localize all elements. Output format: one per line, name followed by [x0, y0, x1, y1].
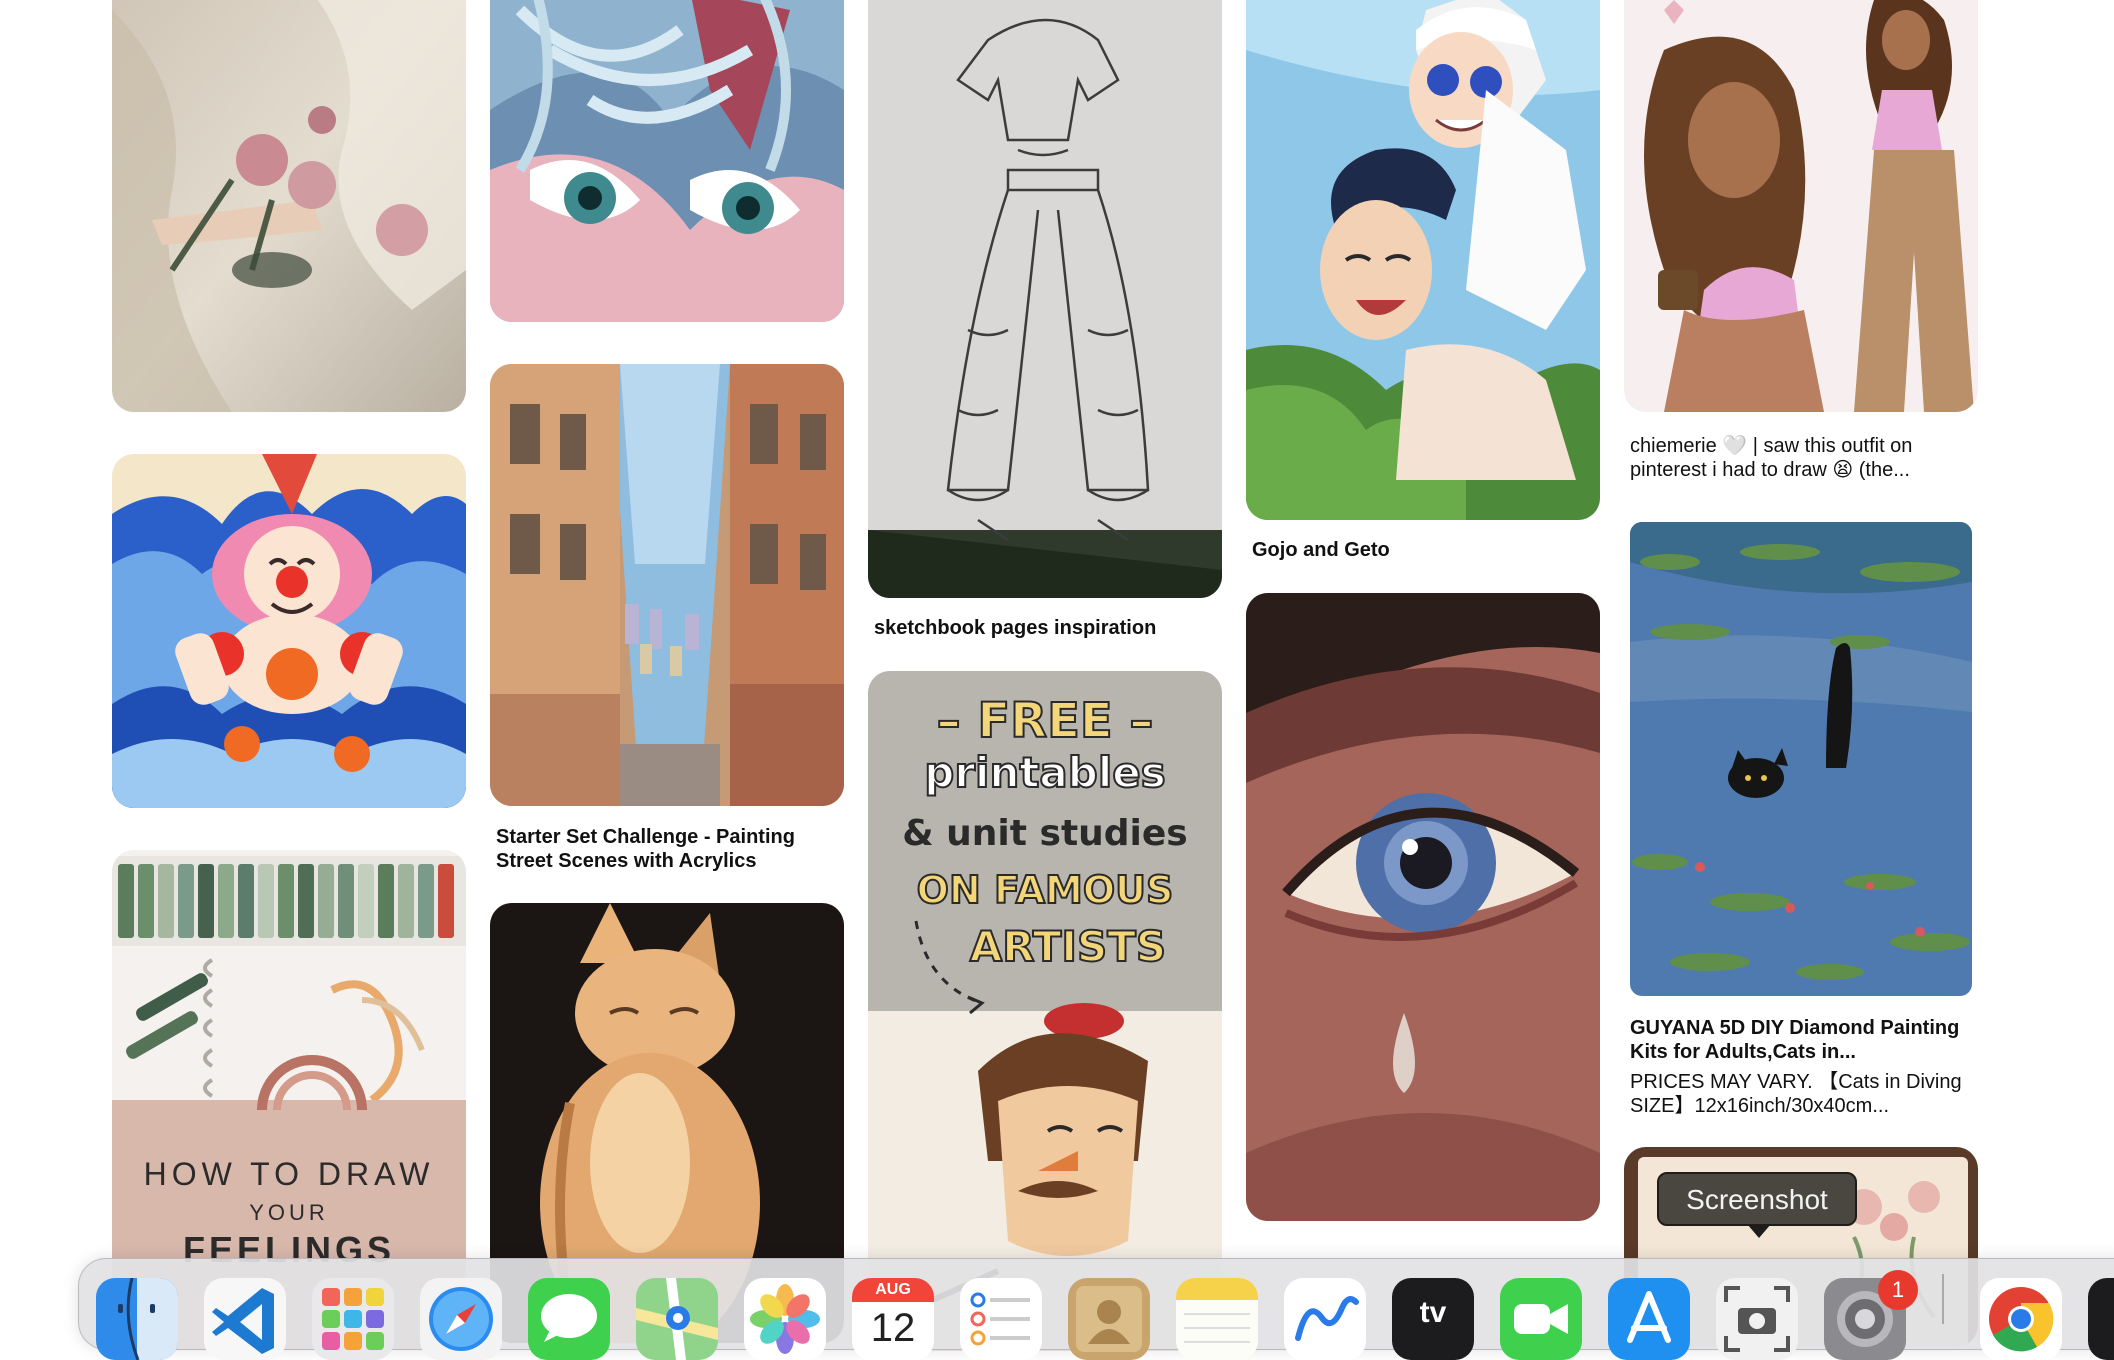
- reminders-icon[interactable]: [960, 1278, 1042, 1360]
- contacts-icon[interactable]: [1068, 1278, 1150, 1360]
- vscode-icon[interactable]: [204, 1278, 286, 1360]
- feelings-line-2: YOUR: [249, 1200, 329, 1225]
- pin-title-gojo-geto[interactable]: Gojo and Geto: [1252, 538, 1592, 562]
- calendar-month: AUG: [852, 1278, 934, 1302]
- terminal-icon[interactable]: [2088, 1278, 2114, 1360]
- settings-badge: 1: [1878, 1270, 1918, 1310]
- maps-icon[interactable]: [636, 1278, 718, 1360]
- gojo-geto-artwork: [1246, 0, 1600, 520]
- printables-line-1: – FREE –: [937, 693, 1154, 749]
- appstore-icon[interactable]: [1608, 1278, 1690, 1360]
- pin-image-gojo-geto[interactable]: [1246, 0, 1600, 520]
- notes-icon[interactable]: [1176, 1278, 1258, 1360]
- pin-image-street-scene[interactable]: [490, 364, 844, 806]
- outfit-drawing-artwork: [1624, 0, 1978, 412]
- pin-image-cat-in-pond[interactable]: [1630, 522, 1972, 996]
- clown-artwork: [112, 454, 466, 808]
- teary-eye-artwork: [1246, 593, 1600, 1221]
- pin-image-teary-eye[interactable]: [1246, 593, 1600, 1221]
- lace-roses-artwork: [112, 0, 466, 412]
- pin-image-outfit-drawing[interactable]: [1624, 0, 1978, 412]
- screenshot-icon[interactable]: [1716, 1278, 1798, 1360]
- appletv-icon[interactable]: tv: [1392, 1278, 1474, 1360]
- free-printables-artwork: – FREE – printables & unit studies ON FA…: [868, 671, 1222, 1351]
- messages-icon[interactable]: [528, 1278, 610, 1360]
- feelings-line-1: HOW TO DRAW: [144, 1156, 435, 1192]
- pin-title-street-scene[interactable]: Starter Set Challenge - Painting Street …: [496, 825, 836, 873]
- pin-image-pants-sketch[interactable]: [868, 0, 1222, 598]
- pants-sketch-artwork: [868, 0, 1222, 598]
- cat-in-pond-artwork: [1630, 522, 1972, 996]
- facetime-icon[interactable]: [1500, 1278, 1582, 1360]
- pin-image-lace-roses[interactable]: [112, 0, 466, 412]
- calendar-day: 12: [870, 1306, 916, 1350]
- printables-line-5: ARTISTS: [970, 922, 1166, 971]
- pin-image-clown[interactable]: [112, 454, 466, 808]
- pin-image-anime-eyes[interactable]: [490, 0, 844, 322]
- printables-line-2: printables: [924, 748, 1165, 797]
- launchpad-icon[interactable]: [312, 1278, 394, 1360]
- appletv-label: tv: [1419, 1296, 1447, 1329]
- photos-icon[interactable]: [744, 1278, 826, 1360]
- freeform-icon[interactable]: [1284, 1278, 1366, 1360]
- finder-icon[interactable]: [96, 1278, 178, 1360]
- pin-image-free-printables[interactable]: – FREE – printables & unit studies ON FA…: [868, 671, 1222, 1351]
- pin-title-cat-in-pond[interactable]: GUYANA 5D DIY Diamond Painting Kits for …: [1630, 1016, 1970, 1064]
- safari-icon[interactable]: [420, 1278, 502, 1360]
- screenshot-tooltip: Screenshot: [1657, 1172, 1857, 1226]
- chrome-icon[interactable]: [1980, 1278, 2062, 1360]
- pin-text-outfit-drawing[interactable]: chiemerie 🤍 | saw this outfit on pintere…: [1630, 434, 1970, 482]
- calendar-icon[interactable]: AUG 12: [852, 1278, 934, 1360]
- pin-title-pants-sketch[interactable]: sketchbook pages inspiration: [874, 616, 1214, 640]
- printables-line-3: & unit studies: [902, 813, 1188, 854]
- pin-desc-cat-in-pond: PRICES MAY VARY. 【Cats in Diving SIZE】12…: [1630, 1071, 1962, 1117]
- printables-line-4: ON FAMOUS: [917, 868, 1174, 912]
- tooltip-arrow: [1747, 1224, 1771, 1238]
- dock-separator: [1942, 1274, 1944, 1324]
- anime-eyes-artwork: [490, 0, 844, 322]
- street-scene-artwork: [490, 364, 844, 806]
